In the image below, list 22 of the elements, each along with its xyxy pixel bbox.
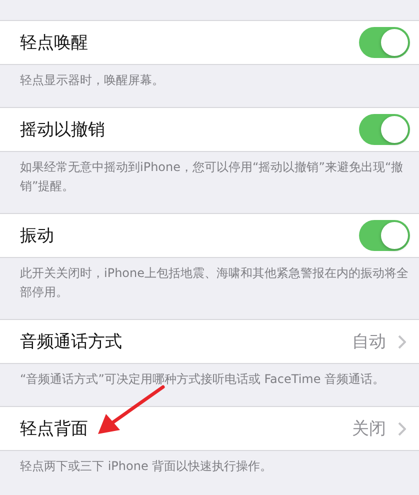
- settings-row[interactable]: 振动: [0, 213, 419, 258]
- row-label: 振动: [20, 225, 54, 247]
- settings-row[interactable]: 摇动以撤销: [0, 107, 419, 152]
- chevron-icon: [398, 334, 406, 348]
- row-value: 自动: [352, 331, 386, 353]
- row-label: 摇动以撤销: [20, 119, 105, 141]
- toggle-switch[interactable]: [359, 220, 410, 251]
- row-label: 音频通话方式: [20, 331, 122, 353]
- chevron-icon: [398, 422, 406, 436]
- row-value: 关闭: [352, 418, 386, 440]
- row-label: 轻点背面: [20, 418, 88, 440]
- row-label: 轻点唤醒: [20, 32, 88, 54]
- footer-text: 轻点显示器时，唤醒屏幕。: [19, 72, 165, 89]
- footer-text: 轻点两下或三下 iPhone 背面以快速执行操作。: [19, 458, 274, 475]
- footer-text: 如果经常无意中摇动到iPhone，您可以停用“摇动以撤销”来避免出现“撤销”提醒。: [19, 159, 404, 195]
- footer-text: 此开关关闭时，iPhone上包括地震、海啸和其他紧急警报在内的振动将全部停用。: [19, 265, 410, 301]
- footer-text: “音频通话方式”可决定用哪种方式接听电话或 FaceTime 音频通话。: [19, 371, 386, 388]
- settings-row[interactable]: 音频通话方式 自动: [0, 319, 419, 364]
- settings-row[interactable]: 轻点唤醒: [0, 20, 419, 65]
- toggle-switch[interactable]: [359, 27, 410, 58]
- settings-row[interactable]: 轻点背面 关闭: [0, 406, 419, 451]
- toggle-switch[interactable]: [359, 114, 410, 145]
